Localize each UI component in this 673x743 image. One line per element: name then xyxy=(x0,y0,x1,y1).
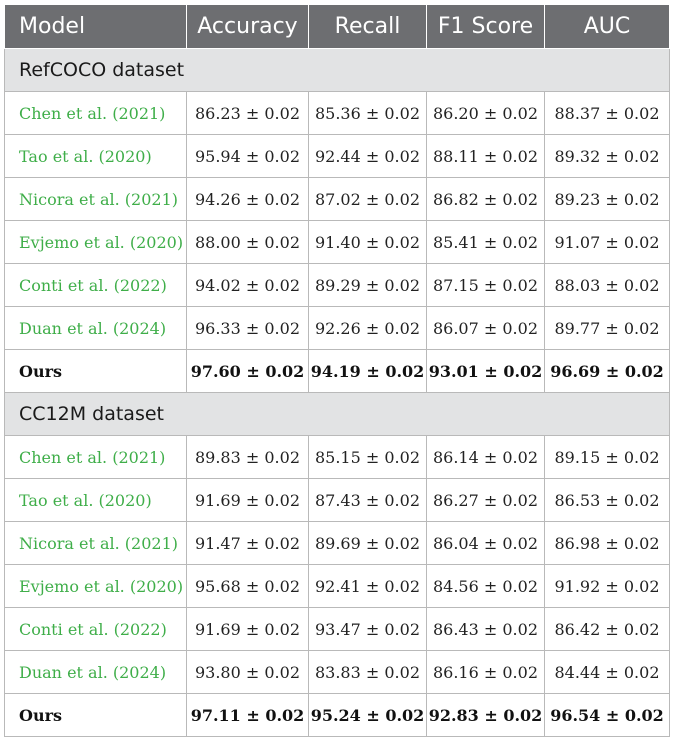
auc-cell: 86.42 ± 0.02 xyxy=(544,607,670,651)
section-row: RefCOCO dataset xyxy=(4,48,670,92)
f1-score-cell: 86.27 ± 0.02 xyxy=(426,478,545,522)
table-row: Nicora et al. (2021) 94.26 ± 0.02 87.02 ± … xyxy=(4,177,670,221)
recall-cell: 92.44 ± 0.02 xyxy=(308,134,427,178)
recall-cell: 87.02 ± 0.02 xyxy=(308,177,427,221)
recall-cell: 92.26 ± 0.02 xyxy=(308,306,427,350)
f1-score-cell: 88.11 ± 0.02 xyxy=(426,134,545,178)
column-header-auc: AUC xyxy=(544,4,670,49)
model-citation-link[interactable]: Nicora et al. (2021) xyxy=(4,177,187,221)
section-title: CC12M dataset xyxy=(4,392,670,436)
table-row: Duan et al. (2024) 93.80 ± 0.02 83.83 ± 0.… xyxy=(4,650,670,694)
model-citation-link[interactable]: Chen et al. (2021) xyxy=(4,91,187,135)
f1-score-cell: 86.43 ± 0.02 xyxy=(426,607,545,651)
table-row: Chen et al. (2021) 86.23 ± 0.02 85.36 ± 0.… xyxy=(4,91,670,135)
auc-cell: 96.69 ± 0.02 xyxy=(544,349,670,393)
recall-cell: 85.36 ± 0.02 xyxy=(308,91,427,135)
column-header-accuracy: Accuracy xyxy=(186,4,309,49)
accuracy-cell: 88.00 ± 0.02 xyxy=(186,220,309,264)
auc-cell: 88.03 ± 0.02 xyxy=(544,263,670,307)
model-citation-link[interactable]: Duan et al. (2024) xyxy=(4,306,187,350)
table-row: Evjemo et al. (2020) 95.68 ± 0.02 92.41 ± … xyxy=(4,564,670,608)
table-row: Nicora et al. (2021) 91.47 ± 0.02 89.69 ± … xyxy=(4,521,670,565)
accuracy-cell: 96.33 ± 0.02 xyxy=(186,306,309,350)
results-table: Model Accuracy Recall F1 Score AUC RefCO… xyxy=(4,4,670,737)
table-row: Conti et al. (2022) 91.69 ± 0.02 93.47 ± 0… xyxy=(4,607,670,651)
accuracy-cell: 97.60 ± 0.02 xyxy=(186,349,309,393)
auc-cell: 91.92 ± 0.02 xyxy=(544,564,670,608)
section-row: CC12M dataset xyxy=(4,392,670,436)
auc-cell: 88.37 ± 0.02 xyxy=(544,91,670,135)
auc-cell: 86.98 ± 0.02 xyxy=(544,521,670,565)
model-citation-link[interactable]: Nicora et al. (2021) xyxy=(4,521,187,565)
column-header-f1-score: F1 Score xyxy=(426,4,545,49)
auc-cell: 89.15 ± 0.02 xyxy=(544,435,670,479)
header-row: Model Accuracy Recall F1 Score AUC xyxy=(4,4,670,49)
auc-cell: 89.77 ± 0.02 xyxy=(544,306,670,350)
recall-cell: 83.83 ± 0.02 xyxy=(308,650,427,694)
recall-cell: 91.40 ± 0.02 xyxy=(308,220,427,264)
auc-cell: 86.53 ± 0.02 xyxy=(544,478,670,522)
accuracy-cell: 91.69 ± 0.02 xyxy=(186,478,309,522)
table-row: Duan et al. (2024) 96.33 ± 0.02 92.26 ± 0.… xyxy=(4,306,670,350)
model-name-ours: Ours xyxy=(4,349,187,393)
model-citation-link[interactable]: Chen et al. (2021) xyxy=(4,435,187,479)
column-header-recall: Recall xyxy=(308,4,427,49)
recall-cell: 93.47 ± 0.02 xyxy=(308,607,427,651)
section-title: RefCOCO dataset xyxy=(4,48,670,92)
accuracy-cell: 97.11 ± 0.02 xyxy=(186,693,309,737)
recall-cell: 95.24 ± 0.02 xyxy=(308,693,427,737)
table-row: Evjemo et al. (2020) 88.00 ± 0.02 91.40 ± … xyxy=(4,220,670,264)
accuracy-cell: 95.94 ± 0.02 xyxy=(186,134,309,178)
f1-score-cell: 84.56 ± 0.02 xyxy=(426,564,545,608)
column-header-model: Model xyxy=(4,4,187,49)
accuracy-cell: 94.02 ± 0.02 xyxy=(186,263,309,307)
accuracy-cell: 89.83 ± 0.02 xyxy=(186,435,309,479)
auc-cell: 89.32 ± 0.02 xyxy=(544,134,670,178)
auc-cell: 89.23 ± 0.02 xyxy=(544,177,670,221)
recall-cell: 94.19 ± 0.02 xyxy=(308,349,427,393)
recall-cell: 87.43 ± 0.02 xyxy=(308,478,427,522)
table-row: Conti et al. (2022) 94.02 ± 0.02 89.29 ± 0… xyxy=(4,263,670,307)
accuracy-cell: 94.26 ± 0.02 xyxy=(186,177,309,221)
f1-score-cell: 86.20 ± 0.02 xyxy=(426,91,545,135)
results-table-container: Model Accuracy Recall F1 Score AUC RefCO… xyxy=(0,0,673,743)
auc-cell: 91.07 ± 0.02 xyxy=(544,220,670,264)
table-row: Tao et al. (2020) 95.94 ± 0.02 92.44 ± 0.0… xyxy=(4,134,670,178)
model-citation-link[interactable]: Evjemo et al. (2020) xyxy=(4,564,187,608)
f1-score-cell: 93.01 ± 0.02 xyxy=(426,349,545,393)
recall-cell: 89.69 ± 0.02 xyxy=(308,521,427,565)
accuracy-cell: 95.68 ± 0.02 xyxy=(186,564,309,608)
auc-cell: 84.44 ± 0.02 xyxy=(544,650,670,694)
auc-cell: 96.54 ± 0.02 xyxy=(544,693,670,737)
f1-score-cell: 92.83 ± 0.02 xyxy=(426,693,545,737)
table-row: Ours 97.60 ± 0.02 94.19 ± 0.02 93.01 ± 0.02… xyxy=(4,349,670,393)
recall-cell: 85.15 ± 0.02 xyxy=(308,435,427,479)
model-citation-link[interactable]: Duan et al. (2024) xyxy=(4,650,187,694)
table-row: Tao et al. (2020) 91.69 ± 0.02 87.43 ± 0.0… xyxy=(4,478,670,522)
accuracy-cell: 93.80 ± 0.02 xyxy=(186,650,309,694)
table-row: Ours 97.11 ± 0.02 95.24 ± 0.02 92.83 ± 0.02… xyxy=(4,693,670,737)
accuracy-cell: 86.23 ± 0.02 xyxy=(186,91,309,135)
model-citation-link[interactable]: Conti et al. (2022) xyxy=(4,607,187,651)
f1-score-cell: 85.41 ± 0.02 xyxy=(426,220,545,264)
f1-score-cell: 87.15 ± 0.02 xyxy=(426,263,545,307)
table-row: Chen et al. (2021) 89.83 ± 0.02 85.15 ± 0.… xyxy=(4,435,670,479)
f1-score-cell: 86.16 ± 0.02 xyxy=(426,650,545,694)
model-citation-link[interactable]: Tao et al. (2020) xyxy=(4,134,187,178)
model-name-ours: Ours xyxy=(4,693,187,737)
f1-score-cell: 86.14 ± 0.02 xyxy=(426,435,545,479)
f1-score-cell: 86.07 ± 0.02 xyxy=(426,306,545,350)
table-body: RefCOCO dataset Chen et al. (2021) 86.23 ±… xyxy=(4,48,670,737)
recall-cell: 89.29 ± 0.02 xyxy=(308,263,427,307)
model-citation-link[interactable]: Evjemo et al. (2020) xyxy=(4,220,187,264)
model-citation-link[interactable]: Conti et al. (2022) xyxy=(4,263,187,307)
recall-cell: 92.41 ± 0.02 xyxy=(308,564,427,608)
model-citation-link[interactable]: Tao et al. (2020) xyxy=(4,478,187,522)
accuracy-cell: 91.47 ± 0.02 xyxy=(186,521,309,565)
accuracy-cell: 91.69 ± 0.02 xyxy=(186,607,309,651)
table-header: Model Accuracy Recall F1 Score AUC xyxy=(4,4,670,49)
f1-score-cell: 86.82 ± 0.02 xyxy=(426,177,545,221)
f1-score-cell: 86.04 ± 0.02 xyxy=(426,521,545,565)
